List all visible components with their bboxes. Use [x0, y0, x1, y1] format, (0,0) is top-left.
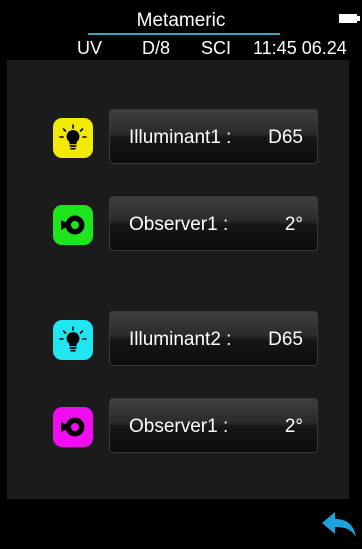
bulb-icon: [53, 320, 93, 360]
illuminant2-label: Illuminant2 :: [129, 329, 232, 350]
illuminant1-label: Illuminant1 :: [129, 127, 232, 148]
battery-tip: [357, 16, 360, 21]
observer1-value: 2°: [284, 214, 303, 235]
page-title: Metameric: [136, 10, 226, 31]
observer1-label: Observer1 :: [129, 214, 229, 235]
geometry-status: D/8: [142, 38, 171, 58]
observer2-button[interactable]: Observer1 : 2°: [109, 398, 318, 453]
title-underline: [88, 33, 280, 35]
observer2-label: Observer1 :: [129, 416, 229, 437]
screen: Metameric UV D/8 SCI 11:45 06.24 Illumin…: [0, 0, 362, 549]
back-arrow-icon: [322, 512, 356, 537]
battery-icon: [339, 14, 357, 23]
observer2-value: 2°: [284, 416, 303, 437]
back-button[interactable]: [320, 510, 358, 540]
observer1-button[interactable]: Observer1 : 2°: [109, 196, 318, 251]
illuminant1-value: D65: [268, 127, 303, 148]
observer-icon: [53, 205, 93, 245]
bulb-icon: [53, 118, 93, 158]
footer: [0, 499, 362, 549]
light-source-status: UV: [77, 38, 103, 58]
illuminant2-button[interactable]: Illuminant2 : D65: [109, 311, 318, 366]
illuminant2-value: D65: [268, 329, 303, 350]
illuminant1-button[interactable]: Illuminant1 : D65: [109, 109, 318, 164]
header: Metameric UV D/8 SCI 11:45 06.24: [0, 0, 362, 60]
observer-icon: [53, 407, 93, 447]
mode-status: SCI: [201, 38, 232, 58]
datetime-status: 11:45 06.24: [253, 38, 347, 58]
